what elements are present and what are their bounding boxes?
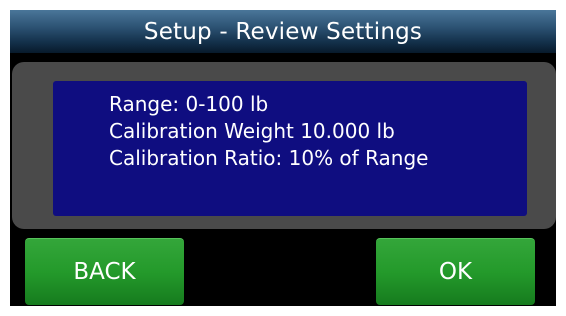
range-setting: Range: 0-100 lb: [109, 92, 269, 116]
settings-summary-box: Range: 0-100 lb Calibration Weight 10.00…: [53, 81, 527, 216]
calibration-ratio-setting: Calibration Ratio: 10% of Range: [109, 146, 429, 170]
device-screen: Setup - Review Settings Range: 0-100 lb …: [10, 10, 556, 306]
title-bar: Setup - Review Settings: [10, 10, 556, 53]
ok-button[interactable]: OK: [376, 238, 535, 305]
back-button[interactable]: BACK: [25, 238, 184, 305]
calibration-weight-setting: Calibration Weight 10.000 lb: [109, 119, 395, 143]
page-title: Setup - Review Settings: [143, 18, 423, 45]
